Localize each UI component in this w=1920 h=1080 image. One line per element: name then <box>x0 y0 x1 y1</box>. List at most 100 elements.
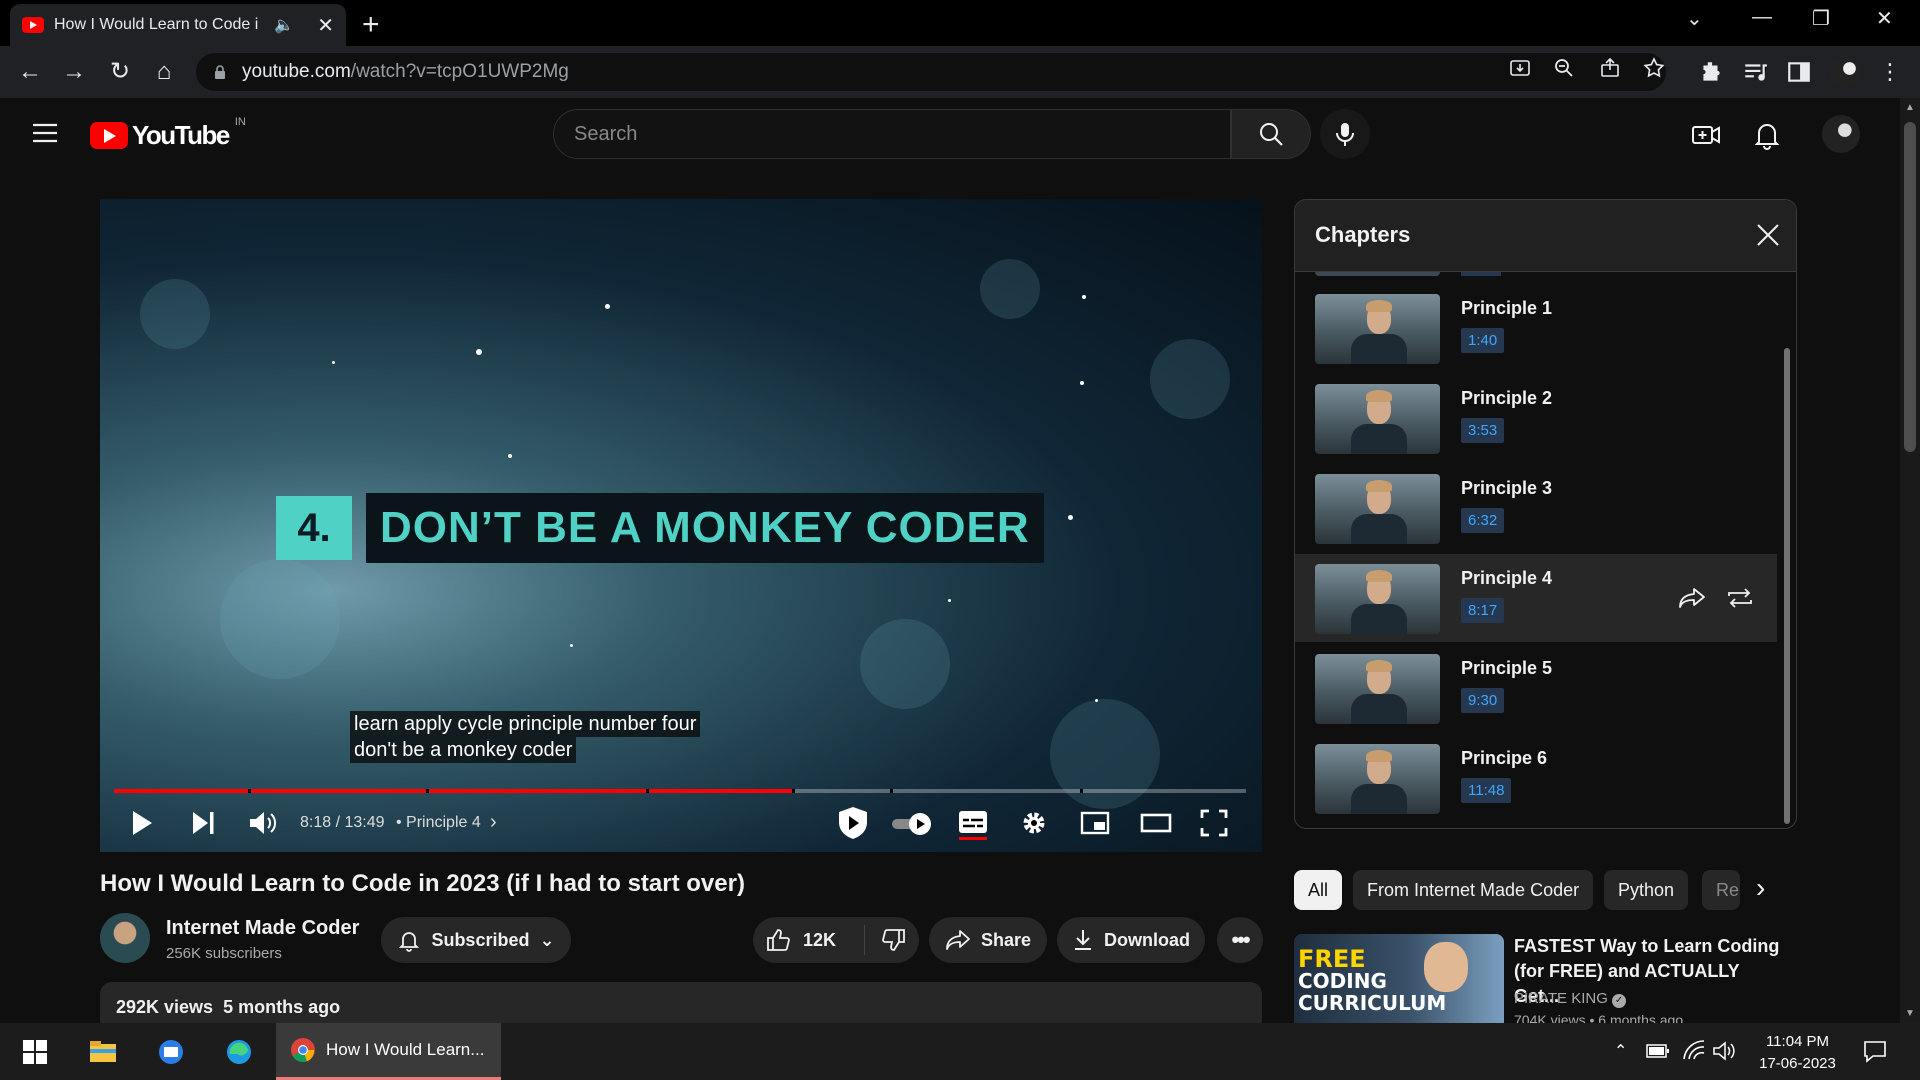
minimize-button[interactable]: — <box>1752 6 1772 29</box>
windows-start-icon[interactable] <box>20 1037 50 1067</box>
notifications-center-icon[interactable] <box>1862 1039 1888 1063</box>
account-avatar[interactable] <box>1822 115 1860 153</box>
chip-python[interactable]: Python <box>1604 870 1689 910</box>
subscribed-button[interactable]: Subscribed ⌄ <box>381 917 571 963</box>
chapter-timestamp[interactable]: 8:17 <box>1461 598 1505 623</box>
edge-browser-icon[interactable] <box>224 1037 254 1067</box>
notifications-bell-icon[interactable] <box>1752 120 1782 150</box>
chapters-heading: Chapters <box>1315 222 1411 247</box>
chapter-timestamp[interactable]: 1:40 <box>1461 328 1505 353</box>
profile-avatar[interactable] <box>1830 58 1860 88</box>
chip-all[interactable]: All <box>1294 870 1343 910</box>
recommended-channel[interactable]: PIRATE KING ✓ <box>1514 990 1627 1008</box>
voice-search-button[interactable] <box>1320 109 1370 159</box>
forward-button[interactable]: → <box>60 58 88 86</box>
side-panel-icon[interactable] <box>1786 59 1812 85</box>
close-icon[interactable] <box>1755 222 1781 248</box>
chrome-menu-icon[interactable]: ⋮ <box>1876 58 1904 86</box>
page-scrollbar[interactable]: ▲ ▼ <box>1900 98 1920 1023</box>
lock-icon <box>215 65 225 79</box>
chapter-timestamp[interactable]: 11:48 <box>1461 778 1512 803</box>
tray-overflow-chevron-icon[interactable]: ⌃ <box>1614 1041 1627 1061</box>
wifi-icon[interactable] <box>1682 1039 1706 1061</box>
more-actions-button[interactable]: ••• <box>1217 917 1263 963</box>
media-controls-icon[interactable] <box>1742 59 1768 85</box>
settings-gear-icon[interactable] <box>1020 809 1048 837</box>
taskbar-chrome-window[interactable]: How I Would Learn... <box>276 1023 501 1080</box>
chips-next-chevron-icon[interactable]: › <box>1756 872 1765 904</box>
like-button[interactable]: 12K <box>765 925 865 955</box>
chapters-scrollbar[interactable] <box>1784 348 1790 824</box>
progress-bar[interactable] <box>114 789 1246 793</box>
chevron-down-icon: ⌄ <box>539 929 555 950</box>
page-scrollbar-thumb[interactable] <box>1904 122 1916 452</box>
chapter-item[interactable]: Principle 3 6:32 <box>1295 464 1777 552</box>
chapter-timestamp[interactable]: 3:53 <box>1461 418 1505 443</box>
create-video-icon[interactable] <box>1691 120 1721 150</box>
install-app-icon[interactable] <box>1508 56 1532 80</box>
battery-icon[interactable] <box>1646 1043 1670 1059</box>
file-explorer-icon[interactable] <box>88 1037 118 1067</box>
chapter-marker <box>248 789 251 793</box>
address-bar-row: ← → ↻ ⌂ youtube.com/watch?v=tcpO1UWP2Mg … <box>0 46 1920 98</box>
chapter-item[interactable]: Principle 1 1:40 <box>1295 284 1777 372</box>
fullscreen-icon[interactable] <box>1200 809 1228 837</box>
extensions-icon[interactable] <box>1698 59 1724 85</box>
video-player[interactable]: 4. DON’T BE A MONKEY CODER learn apply c… <box>100 199 1262 852</box>
next-video-icon[interactable] <box>190 809 216 837</box>
clock-date: 17-06-2023 <box>1759 1055 1836 1072</box>
caption-line-2: don't be a monkey coder <box>350 737 577 763</box>
share-page-icon[interactable] <box>1598 56 1622 80</box>
chapter-item[interactable]: Principle 2 3:53 <box>1295 374 1777 462</box>
new-tab-button[interactable]: + <box>362 8 380 42</box>
close-window-button[interactable]: ✕ <box>1876 6 1893 31</box>
chevron-right-icon[interactable]: › <box>490 811 497 834</box>
current-chapter-label[interactable]: • Principle 4 <box>396 814 481 832</box>
search-button[interactable] <box>1231 109 1311 159</box>
play-icon[interactable] <box>130 809 154 837</box>
theater-mode-icon[interactable] <box>1140 809 1172 837</box>
speaker-icon[interactable] <box>1712 1041 1736 1061</box>
scroll-down-arrow-icon[interactable]: ▼ <box>1905 1008 1915 1019</box>
tab-audio-icon[interactable]: 🔈 <box>274 15 294 35</box>
chip-partial[interactable]: Re <box>1702 870 1740 910</box>
tab-close-icon[interactable]: ✕ <box>317 13 334 38</box>
search-input[interactable]: Search <box>553 109 1231 159</box>
zoom-icon[interactable] <box>1552 56 1576 80</box>
tab-search-icon[interactable]: ⌄ <box>1686 6 1703 31</box>
channel-avatar[interactable] <box>100 913 150 963</box>
hamburger-menu-icon[interactable] <box>32 122 58 144</box>
repeat-loop-icon[interactable] <box>1725 586 1755 610</box>
chapter-item[interactable]: Principle 5 9:30 <box>1295 644 1777 732</box>
download-button[interactable]: Download <box>1057 917 1205 963</box>
taskbar-clock[interactable]: 11:04 PM 17-06-2023 <box>1735 1031 1860 1075</box>
subtitles-icon[interactable] <box>958 809 988 841</box>
restore-button[interactable]: ❐ <box>1812 6 1830 31</box>
omnibox[interactable]: youtube.com/watch?v=tcpO1UWP2Mg <box>196 53 1666 91</box>
thumbnail-text-curriculum: CURRICULUM <box>1298 991 1447 1015</box>
recommended-thumbnail[interactable]: FREE CODING CURRICULUM <box>1294 934 1504 1030</box>
back-button[interactable]: ← <box>16 58 44 86</box>
share-arrow-icon[interactable] <box>1677 586 1707 610</box>
channel-name[interactable]: Internet Made Coder <box>166 917 359 940</box>
chapter-timestamp[interactable]: 6:32 <box>1461 508 1505 533</box>
autoplay-toggle[interactable] <box>890 811 934 837</box>
youtube-logo[interactable]: YouTube IN <box>90 116 246 151</box>
browser-tab[interactable]: How I Would Learn to Code i 🔈 ✕ <box>10 4 346 46</box>
scroll-up-arrow-icon[interactable]: ▲ <box>1905 102 1915 113</box>
sponsor-shield-icon[interactable] <box>835 805 871 841</box>
chip-from-channel[interactable]: From Internet Made Coder <box>1353 870 1594 910</box>
chapter-title: Principle 1 <box>1461 298 1553 318</box>
chapter-item[interactable]: Principle 4 8:17 <box>1295 554 1777 642</box>
reload-button[interactable]: ↻ <box>106 58 134 86</box>
volume-icon[interactable] <box>248 809 278 837</box>
bookmark-star-icon[interactable] <box>1642 56 1666 80</box>
miniplayer-icon[interactable] <box>1080 809 1110 837</box>
dislike-button[interactable] <box>865 927 907 953</box>
time-display: 8:18 / 13:49 <box>300 814 385 831</box>
chapter-timestamp[interactable]: 9:30 <box>1461 688 1505 713</box>
mail-app-icon[interactable] <box>156 1037 186 1067</box>
chapter-item[interactable]: Principe 6 11:48 <box>1295 734 1777 822</box>
home-button[interactable]: ⌂ <box>150 58 178 86</box>
share-button[interactable]: Share <box>929 917 1047 963</box>
